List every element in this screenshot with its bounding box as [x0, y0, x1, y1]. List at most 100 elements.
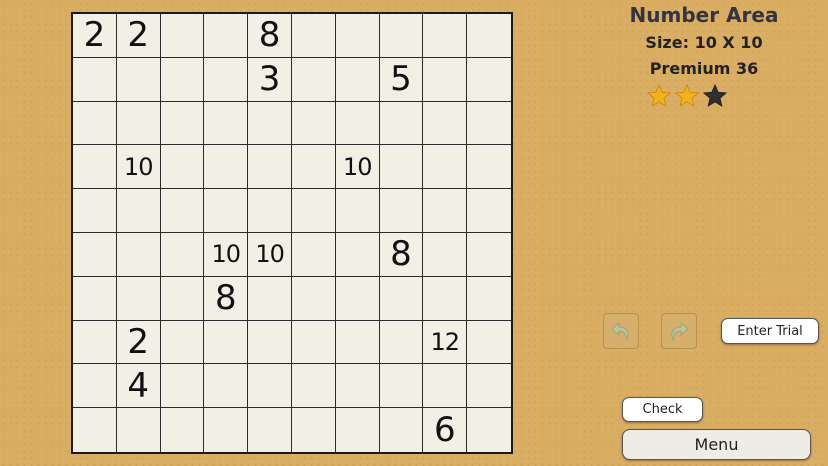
grid-cell[interactable]	[291, 364, 336, 409]
clue-cell[interactable]: 10	[248, 232, 292, 277]
clue-cell[interactable]: 2	[116, 320, 161, 365]
grid-cell[interactable]	[423, 14, 468, 58]
grid-cell[interactable]	[291, 57, 336, 102]
grid-cell[interactable]	[335, 189, 380, 233]
grid-cell[interactable]	[117, 408, 161, 452]
grid-cell[interactable]	[73, 101, 117, 146]
grid-cell[interactable]	[291, 14, 336, 58]
grid-cell[interactable]	[116, 232, 161, 277]
undo-button[interactable]	[603, 313, 639, 349]
grid-cell[interactable]	[335, 232, 380, 277]
grid-cell[interactable]	[423, 57, 468, 102]
check-button[interactable]: Check	[622, 397, 703, 422]
grid-cell[interactable]	[467, 145, 511, 190]
grid-cell[interactable]	[204, 364, 249, 409]
grid-cell[interactable]	[160, 364, 205, 409]
grid-cell[interactable]	[291, 189, 336, 233]
grid-cell[interactable]	[248, 320, 292, 365]
clue-cell[interactable]: 2	[116, 14, 161, 58]
grid-cell[interactable]	[204, 408, 249, 452]
grid-cell[interactable]	[467, 321, 511, 365]
grid-cell[interactable]	[160, 101, 205, 146]
grid-cell[interactable]	[291, 232, 336, 277]
grid-cell[interactable]	[423, 145, 468, 190]
clue-cell[interactable]: 10	[204, 232, 249, 277]
grid-cell[interactable]	[73, 320, 117, 365]
grid-cell[interactable]	[423, 364, 468, 409]
grid-cell[interactable]	[248, 189, 292, 233]
grid-cell[interactable]	[291, 276, 336, 321]
grid-cell[interactable]	[335, 101, 380, 146]
clue-cell[interactable]: 8	[248, 14, 292, 58]
grid-cell[interactable]	[248, 364, 292, 409]
grid-cell[interactable]	[248, 276, 292, 321]
grid-cell[interactable]	[204, 101, 249, 146]
grid-cell[interactable]	[204, 14, 249, 58]
grid-cell[interactable]	[160, 320, 205, 365]
grid-cell[interactable]	[73, 232, 117, 277]
grid-cell[interactable]	[73, 364, 117, 409]
clue-cell[interactable]: 10	[116, 145, 161, 190]
grid-cell[interactable]	[116, 57, 161, 102]
grid-cell[interactable]	[160, 276, 205, 321]
grid-cell[interactable]	[160, 57, 205, 102]
clue-cell[interactable]: 2	[73, 14, 117, 58]
grid-cell[interactable]	[291, 320, 336, 365]
grid-cell[interactable]	[248, 101, 292, 146]
grid-cell[interactable]	[379, 276, 424, 321]
grid-cell[interactable]	[380, 408, 424, 452]
clue-cell[interactable]: 5	[379, 57, 424, 102]
grid-cell[interactable]	[204, 145, 249, 190]
clue-cell[interactable]: 3	[248, 57, 292, 102]
grid-cell[interactable]	[336, 408, 380, 452]
grid-cell[interactable]	[467, 102, 511, 146]
grid-cell[interactable]	[423, 276, 468, 321]
grid-cell[interactable]	[73, 189, 117, 233]
grid-cell[interactable]	[467, 233, 511, 277]
grid-cell[interactable]	[292, 408, 336, 452]
grid-cell[interactable]	[379, 101, 424, 146]
grid-cell[interactable]	[423, 189, 468, 233]
grid-cell[interactable]	[160, 14, 205, 58]
grid-cell[interactable]	[73, 57, 117, 102]
grid-cell[interactable]	[423, 101, 468, 146]
grid-cell[interactable]	[160, 145, 205, 190]
grid-cell[interactable]	[116, 101, 161, 146]
grid-cell[interactable]	[467, 58, 511, 102]
clue-cell[interactable]: 12	[423, 320, 468, 365]
grid-cell[interactable]	[379, 14, 424, 58]
grid-cell[interactable]	[467, 364, 511, 409]
grid-cell[interactable]	[379, 320, 424, 365]
grid-cell[interactable]	[467, 277, 511, 321]
grid-cell[interactable]	[291, 101, 336, 146]
grid-cell[interactable]	[291, 145, 336, 190]
grid-cell[interactable]	[335, 320, 380, 365]
clue-cell[interactable]: 8	[204, 276, 249, 321]
clue-cell[interactable]: 8	[379, 232, 424, 277]
grid-cell[interactable]	[204, 189, 249, 233]
grid-cell[interactable]	[379, 189, 424, 233]
grid-cell[interactable]	[204, 57, 249, 102]
grid-cell[interactable]	[248, 408, 292, 452]
grid-cell[interactable]	[379, 364, 424, 409]
grid-cell[interactable]	[335, 57, 380, 102]
grid-cell[interactable]	[248, 145, 292, 190]
grid-cell[interactable]	[116, 189, 161, 233]
clue-cell[interactable]: 10	[335, 145, 380, 190]
grid-cell[interactable]	[204, 320, 249, 365]
clue-cell[interactable]: 6	[423, 408, 468, 452]
redo-button[interactable]	[661, 313, 697, 349]
grid-cell[interactable]	[160, 232, 205, 277]
grid-cell[interactable]	[467, 14, 511, 58]
enter-trial-button[interactable]: Enter Trial	[721, 318, 819, 344]
menu-button[interactable]: Menu	[622, 429, 811, 460]
grid-cell[interactable]	[467, 408, 511, 452]
grid-cell[interactable]	[73, 408, 117, 452]
grid-cell[interactable]	[335, 364, 380, 409]
clue-cell[interactable]: 4	[116, 364, 161, 409]
grid-cell[interactable]	[73, 276, 117, 321]
grid-cell[interactable]	[423, 232, 468, 277]
grid-cell[interactable]	[161, 408, 205, 452]
grid-cell[interactable]	[335, 276, 380, 321]
grid-cell[interactable]	[379, 145, 424, 190]
